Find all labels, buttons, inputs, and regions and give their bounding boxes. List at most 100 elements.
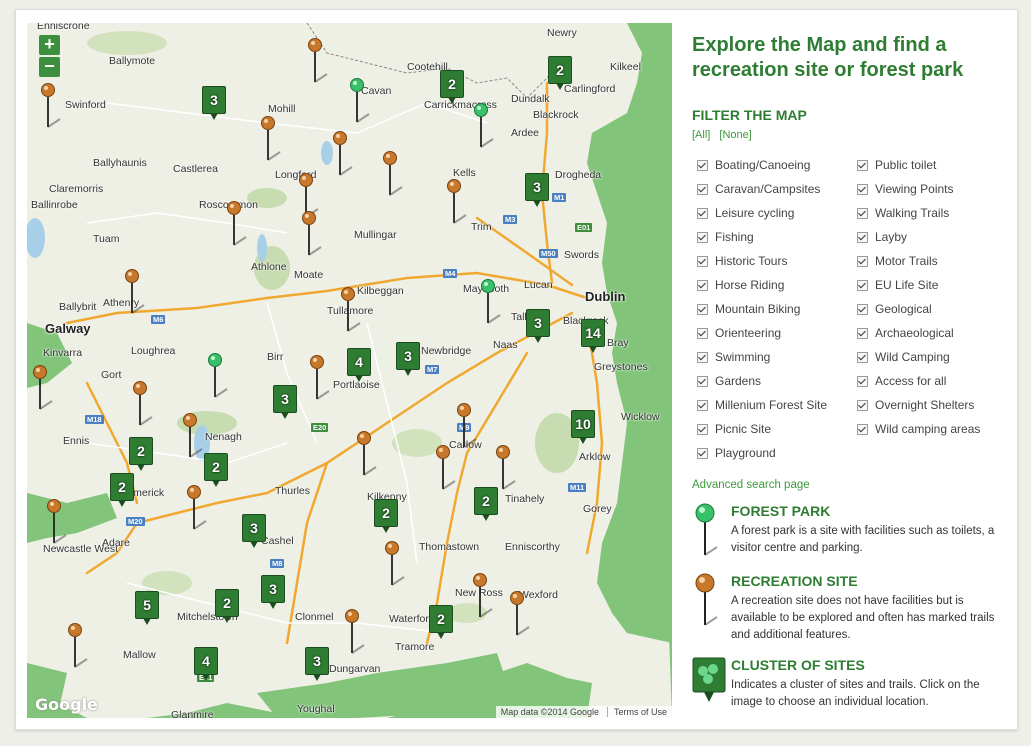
filter-checkbox[interactable] bbox=[697, 399, 708, 411]
cluster-marker[interactable]: 3 bbox=[305, 647, 329, 681]
recreation-site-pin-icon[interactable] bbox=[186, 485, 212, 540]
filter-option[interactable]: Mountain Biking bbox=[692, 297, 852, 321]
filter-option[interactable]: Geological bbox=[852, 297, 1012, 321]
recreation-site-pin-icon[interactable] bbox=[40, 83, 66, 138]
cluster-marker[interactable]: 2 bbox=[548, 56, 572, 90]
recreation-site-pin-icon[interactable] bbox=[356, 431, 382, 486]
filter-option[interactable]: Viewing Points bbox=[852, 177, 1012, 201]
filter-checkbox[interactable] bbox=[697, 351, 708, 363]
cluster-marker[interactable]: 2 bbox=[215, 589, 239, 623]
cluster-marker[interactable]: 2 bbox=[374, 499, 398, 533]
cluster-marker[interactable]: 2 bbox=[129, 437, 153, 471]
cluster-marker[interactable]: 2 bbox=[110, 473, 134, 507]
filter-option[interactable]: EU Life Site bbox=[852, 273, 1012, 297]
filter-option[interactable]: Access for all bbox=[852, 369, 1012, 393]
filter-option[interactable]: Picnic Site bbox=[692, 417, 852, 441]
filter-checkbox[interactable] bbox=[857, 399, 868, 411]
filter-checkbox[interactable] bbox=[697, 207, 708, 219]
recreation-site-pin-icon[interactable] bbox=[495, 445, 521, 500]
recreation-site-pin-icon[interactable] bbox=[46, 499, 72, 554]
recreation-site-pin-icon[interactable] bbox=[382, 151, 408, 206]
cluster-marker[interactable]: 2 bbox=[440, 70, 464, 104]
filter-checkbox[interactable] bbox=[857, 255, 868, 267]
cluster-marker[interactable]: 3 bbox=[526, 309, 550, 343]
filter-option[interactable]: Wild camping areas bbox=[852, 417, 1012, 441]
select-all-link[interactable]: [All] bbox=[692, 129, 710, 141]
cluster-marker[interactable]: 3 bbox=[525, 173, 549, 207]
cluster-marker[interactable]: 14 bbox=[581, 319, 605, 353]
recreation-site-pin-icon[interactable] bbox=[384, 541, 410, 596]
recreation-site-pin-icon[interactable] bbox=[472, 573, 498, 628]
filter-option[interactable]: Historic Tours bbox=[692, 249, 852, 273]
cluster-marker[interactable]: 3 bbox=[202, 86, 226, 120]
filter-option[interactable]: Wild Camping bbox=[852, 345, 1012, 369]
filter-checkbox[interactable] bbox=[857, 231, 868, 243]
zoom-in-button[interactable]: + bbox=[39, 35, 60, 55]
filter-option[interactable]: Orienteering bbox=[692, 321, 852, 345]
forest-park-pin-icon[interactable] bbox=[473, 103, 499, 158]
filter-option[interactable]: Horse Riding bbox=[692, 273, 852, 297]
filter-option[interactable]: Public toilet bbox=[852, 153, 1012, 177]
cluster-marker[interactable]: 2 bbox=[474, 487, 498, 521]
filter-option[interactable]: Layby bbox=[852, 225, 1012, 249]
recreation-site-pin-icon[interactable] bbox=[301, 211, 327, 266]
recreation-site-pin-icon[interactable] bbox=[435, 445, 461, 500]
filter-checkbox[interactable] bbox=[857, 159, 868, 171]
filter-checkbox[interactable] bbox=[857, 279, 868, 291]
filter-checkbox[interactable] bbox=[697, 255, 708, 267]
forest-park-pin-icon[interactable] bbox=[207, 353, 233, 408]
filter-option[interactable]: Swimming bbox=[692, 345, 852, 369]
filter-checkbox[interactable] bbox=[857, 327, 868, 339]
filter-checkbox[interactable] bbox=[697, 375, 708, 387]
cluster-marker[interactable]: 3 bbox=[396, 342, 420, 376]
filter-checkbox[interactable] bbox=[697, 159, 708, 171]
filter-option[interactable]: Playground bbox=[692, 441, 852, 465]
recreation-site-pin-icon[interactable] bbox=[340, 287, 366, 342]
filter-checkbox[interactable] bbox=[697, 279, 708, 291]
recreation-site-pin-icon[interactable] bbox=[260, 116, 286, 171]
recreation-site-pin-icon[interactable] bbox=[124, 269, 150, 324]
zoom-out-button[interactable]: − bbox=[39, 57, 60, 77]
filter-checkbox[interactable] bbox=[857, 183, 868, 195]
recreation-site-pin-icon[interactable] bbox=[226, 201, 252, 256]
cluster-marker[interactable]: 2 bbox=[429, 605, 453, 639]
filter-option[interactable]: Caravan/Campsites bbox=[692, 177, 852, 201]
cluster-marker[interactable]: 4 bbox=[194, 647, 218, 681]
filter-checkbox[interactable] bbox=[697, 423, 708, 435]
recreation-site-pin-icon[interactable] bbox=[132, 381, 158, 436]
recreation-site-pin-icon[interactable] bbox=[307, 38, 333, 93]
recreation-site-pin-icon[interactable] bbox=[32, 365, 58, 420]
cluster-marker[interactable]: 3 bbox=[273, 385, 297, 419]
filter-checkbox[interactable] bbox=[857, 375, 868, 387]
filter-option[interactable]: Motor Trails bbox=[852, 249, 1012, 273]
recreation-site-pin-icon[interactable] bbox=[332, 131, 358, 186]
recreation-site-pin-icon[interactable] bbox=[446, 179, 472, 234]
cluster-marker[interactable]: 10 bbox=[571, 410, 595, 444]
filter-checkbox[interactable] bbox=[857, 207, 868, 219]
filter-option[interactable]: Walking Trails bbox=[852, 201, 1012, 225]
forest-park-pin-icon[interactable] bbox=[480, 279, 506, 334]
cluster-marker[interactable]: 2 bbox=[204, 453, 228, 487]
filter-checkbox[interactable] bbox=[697, 327, 708, 339]
forest-park-pin-icon[interactable] bbox=[349, 78, 375, 133]
filter-checkbox[interactable] bbox=[697, 303, 708, 315]
filter-option[interactable]: Gardens bbox=[692, 369, 852, 393]
map-view[interactable]: + − Enniscrone Ballymote Swinford Mohill… bbox=[27, 23, 672, 718]
cluster-marker[interactable]: 3 bbox=[261, 575, 285, 609]
terms-of-use-link[interactable]: Terms of Use bbox=[606, 707, 667, 717]
filter-option[interactable]: Overnight Shelters bbox=[852, 393, 1012, 417]
filter-checkbox[interactable] bbox=[697, 447, 708, 459]
cluster-marker[interactable]: 3 bbox=[242, 514, 266, 548]
filter-checkbox[interactable] bbox=[857, 351, 868, 363]
cluster-marker[interactable]: 4 bbox=[347, 348, 371, 382]
advanced-search-link[interactable]: Advanced search page bbox=[692, 479, 1012, 491]
filter-option[interactable]: Fishing bbox=[692, 225, 852, 249]
filter-option[interactable]: Leisure cycling bbox=[692, 201, 852, 225]
cluster-marker[interactable]: 5 bbox=[135, 591, 159, 625]
recreation-site-pin-icon[interactable] bbox=[67, 623, 93, 678]
filter-option[interactable]: Millenium Forest Site bbox=[692, 393, 852, 417]
filter-checkbox[interactable] bbox=[697, 183, 708, 195]
select-none-link[interactable]: [None] bbox=[719, 129, 751, 141]
filter-checkbox[interactable] bbox=[697, 231, 708, 243]
filter-option[interactable]: Archaeological bbox=[852, 321, 1012, 345]
